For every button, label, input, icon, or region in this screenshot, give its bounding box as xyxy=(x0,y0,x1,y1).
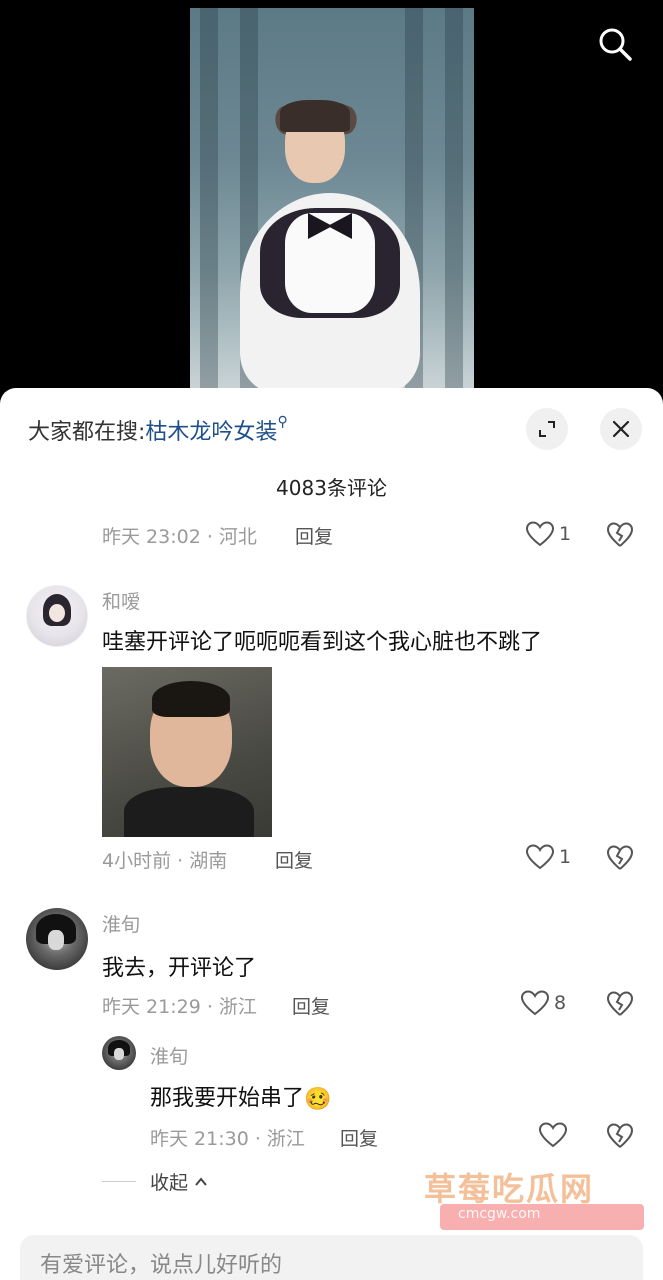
dislike-button[interactable] xyxy=(606,844,634,876)
comment-count: 4083条评论 xyxy=(276,476,387,500)
like-count: 8 xyxy=(554,992,567,1014)
comment-username[interactable]: 和嗳 xyxy=(102,587,140,614)
search-button[interactable] xyxy=(595,24,635,64)
avatar-face xyxy=(48,930,64,950)
heart-icon xyxy=(520,990,550,1016)
broken-heart-icon xyxy=(606,1123,634,1148)
comment-image[interactable] xyxy=(102,667,272,837)
avatar-face xyxy=(49,604,65,622)
hot-search-keyword[interactable]: 枯木龙吟女装 xyxy=(145,420,277,445)
like-button[interactable]: 1 xyxy=(525,520,571,548)
watermark-text: 草莓吃瓜网 xyxy=(424,1170,595,1208)
woozy-face-emoji: 🥴 xyxy=(304,1086,332,1112)
search-mini-icon: ⚲ xyxy=(277,414,288,430)
broken-heart-icon xyxy=(606,522,634,547)
comment-meta: 昨天 21:29 · 浙江 xyxy=(102,996,257,1018)
image-hair xyxy=(152,681,230,717)
video-subject-apron xyxy=(285,213,375,313)
broken-heart-icon xyxy=(606,845,634,870)
reply-text-content: 那我要开始串了 xyxy=(150,1086,305,1111)
dislike-button[interactable] xyxy=(606,521,634,553)
curtain-fold xyxy=(200,8,218,388)
video-frame[interactable] xyxy=(190,8,474,388)
comment-text: 我去，开评论了 xyxy=(102,956,257,981)
like-button[interactable]: 1 xyxy=(525,843,571,871)
comment-meta: 4小时前 · 湖南 xyxy=(102,850,228,872)
reply-text: 那我要开始串了🥴 xyxy=(150,1080,331,1112)
hot-search-banner[interactable]: 大家都在搜:枯木龙吟女装⚲ xyxy=(28,414,288,446)
expand-button[interactable] xyxy=(526,408,568,450)
reply-button[interactable]: 回复 xyxy=(292,992,330,1019)
reply-button[interactable]: 回复 xyxy=(340,1124,378,1151)
like-count: 1 xyxy=(559,846,572,868)
avatar-face xyxy=(114,1048,124,1060)
reply-username[interactable]: 淮旬 xyxy=(150,1042,188,1069)
collapse-divider xyxy=(102,1181,136,1182)
curtain-fold xyxy=(445,8,463,388)
like-button[interactable]: 8 xyxy=(520,989,566,1017)
dislike-button[interactable] xyxy=(606,1122,634,1154)
collapse-replies-button[interactable]: 收起 xyxy=(102,1168,208,1195)
watermark-bar xyxy=(440,1204,644,1230)
comment-meta: 昨天 23:02 · 河北 xyxy=(102,526,257,548)
heart-icon xyxy=(525,844,555,870)
avatar[interactable] xyxy=(102,1036,136,1070)
watermark-sub: cmcgw.com xyxy=(458,1206,541,1222)
reply-meta: 昨天 21:30 · 浙江 xyxy=(150,1128,305,1150)
like-count: 1 xyxy=(559,523,572,545)
comments-sheet: 大家都在搜:枯木龙吟女装⚲ 4083条评论 昨天 23:02 · 河北 回复 1… xyxy=(0,388,663,1280)
hot-search-prefix: 大家都在搜: xyxy=(28,420,146,445)
comment-input[interactable] xyxy=(20,1235,643,1280)
video-subject-hair xyxy=(280,100,350,132)
comment-input-bar[interactable] xyxy=(20,1235,643,1280)
reply-button[interactable]: 回复 xyxy=(275,846,313,873)
expand-icon xyxy=(539,421,555,437)
video-player[interactable] xyxy=(0,0,663,400)
heart-icon xyxy=(538,1122,568,1148)
close-button[interactable] xyxy=(600,408,642,450)
watermark: 草莓吃瓜网 cmcgw.com xyxy=(424,1164,654,1244)
close-icon xyxy=(612,420,630,438)
comment-text: 哇塞开评论了呃呃呃看到这个我心脏也不跳了 xyxy=(102,630,543,655)
search-icon xyxy=(599,28,632,61)
like-button[interactable] xyxy=(538,1121,568,1149)
broken-heart-icon xyxy=(606,991,634,1016)
heart-icon xyxy=(525,521,555,547)
comment-username[interactable]: 淮旬 xyxy=(102,910,140,937)
avatar[interactable] xyxy=(26,908,88,970)
reply-button[interactable]: 回复 xyxy=(295,522,333,549)
chevron-up-icon xyxy=(195,1176,207,1186)
dislike-button[interactable] xyxy=(606,990,634,1022)
image-shirt xyxy=(124,787,254,837)
avatar[interactable] xyxy=(26,585,88,647)
collapse-label: 收起 xyxy=(150,1172,189,1194)
